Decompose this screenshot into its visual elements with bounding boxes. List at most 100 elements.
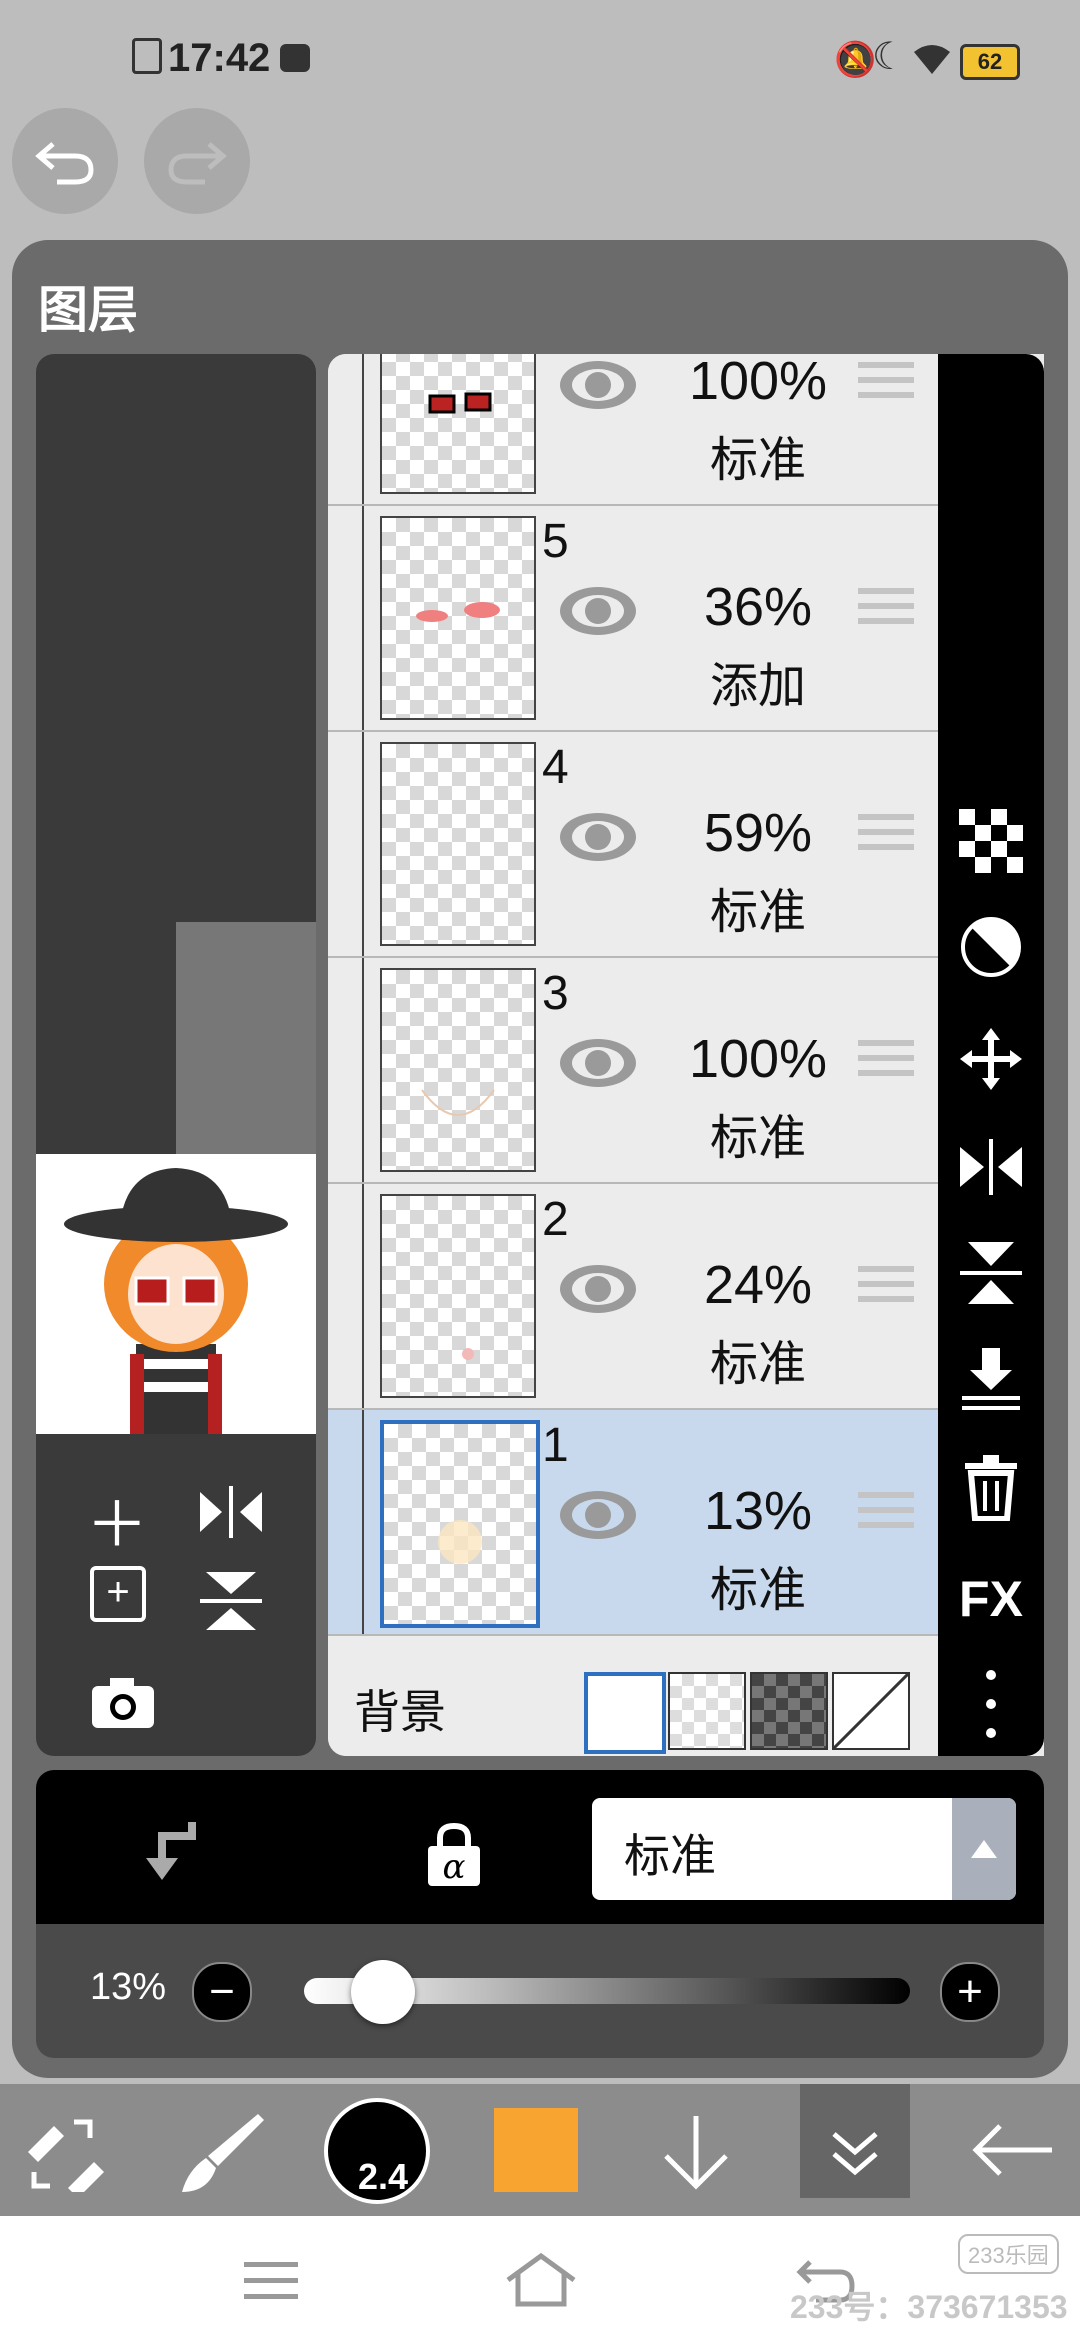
alpha-lock-icon[interactable]: α [424, 1822, 484, 1887]
layer-list: 100% 标准 5 36% 添加 4 59% 标准 3 100% 标准 2 24… [328, 354, 1044, 1756]
eye-icon[interactable] [558, 1036, 638, 1090]
brush-icon[interactable] [178, 2110, 264, 2196]
trash-icon[interactable] [938, 1450, 1044, 1526]
layer-opacity: 24% [703, 1255, 813, 1315]
background-row: 背景 [328, 1654, 938, 1756]
drag-handle-icon[interactable] [858, 362, 914, 407]
bottom-toolbar: 2.4 [0, 2084, 1080, 2216]
watermark-logo: 233乐园 [958, 2234, 1059, 2274]
contrast-icon[interactable] [938, 912, 1044, 982]
layer-row[interactable]: 3 100% 标准 [328, 958, 938, 1184]
double-chevron-down-icon [832, 2132, 878, 2176]
move-icon[interactable] [938, 1024, 1044, 1094]
layer-thumbnail [380, 354, 536, 494]
bg-none-swatch[interactable] [832, 1672, 910, 1750]
bg-white-swatch[interactable] [584, 1672, 666, 1754]
eye-icon[interactable] [558, 1488, 638, 1542]
svg-text:α: α [443, 1847, 466, 1886]
layer-row[interactable]: 5 36% 添加 [328, 506, 938, 732]
layer-opacity: 13% [703, 1481, 813, 1541]
canvas-preview-area: ＋ + [36, 354, 316, 1756]
layer-blend-mode: 添加 [709, 658, 806, 714]
blend-mode-value: 标准 [624, 1829, 716, 1883]
layer-opacity: 100% [688, 1029, 828, 1089]
opacity-slider-row: 13% − + [36, 1924, 1044, 2058]
redo-button[interactable] [144, 108, 250, 214]
layer-thumbnail [380, 742, 536, 946]
drag-handle-icon[interactable] [858, 1492, 914, 1537]
checker-icon[interactable] [938, 806, 1044, 876]
layer-number: 2 [542, 1193, 569, 1246]
merge-down-icon[interactable] [938, 1344, 1044, 1414]
layer-row-selected[interactable]: 1 13% 标准 [328, 1410, 938, 1636]
background-label: 背景 [354, 1685, 446, 1739]
back-arrow-icon[interactable] [970, 2120, 1054, 2180]
watermark-text: 233号：373671353 [790, 2289, 1068, 2325]
layer-opacity: 36% [703, 577, 813, 637]
opacity-slider-knob[interactable] [350, 1960, 415, 2024]
layer-number: 1 [542, 1419, 569, 1472]
layer-blend-mode: 标准 [709, 1336, 806, 1392]
undo-button[interactable] [12, 108, 118, 214]
fx-button[interactable]: FX [938, 1564, 1044, 1634]
moon-icon: ☾ [872, 36, 907, 78]
system-nav-bar: 233乐园 233号：373671353 [0, 2216, 1080, 2340]
layer-opacity: 59% [703, 803, 813, 863]
home-icon[interactable] [504, 2252, 578, 2308]
canvas-thumbnail[interactable] [36, 1154, 316, 1434]
layer-number: 5 [542, 515, 569, 568]
file-icon [132, 38, 162, 74]
dropdown-arrow-icon[interactable] [952, 1798, 1016, 1900]
color-swatch[interactable] [494, 2108, 578, 2192]
redo-icon [168, 142, 227, 185]
layer-thumbnail [380, 968, 536, 1172]
layers-toggle-button[interactable] [800, 2084, 910, 2198]
layer-opacity: 100% [688, 354, 828, 411]
eye-icon[interactable] [558, 358, 638, 412]
layer-row[interactable]: 4 59% 标准 [328, 732, 938, 958]
blend-mode-select[interactable]: 标准 [592, 1798, 1016, 1900]
layer-thumbnail [380, 1194, 536, 1398]
status-time: 17:42 [168, 36, 271, 80]
layer-blend-mode: 标准 [709, 1110, 806, 1166]
app-icon [280, 44, 310, 72]
eraser-swap-icon[interactable] [24, 2112, 104, 2192]
eye-icon[interactable] [558, 810, 638, 864]
add-layer-icon[interactable]: ＋ [86, 1474, 148, 1564]
copy-layer-icon[interactable]: + [90, 1566, 146, 1622]
status-bar: 17:42 🔕 ☾ 62 [0, 0, 1080, 110]
layer-row[interactable]: 2 24% 标准 [328, 1184, 938, 1410]
mute-bell-icon: 🔕 [834, 41, 877, 79]
down-arrow-icon[interactable] [660, 2112, 732, 2192]
opacity-label: 13% [90, 1966, 167, 2008]
panel-title: 图层 [38, 281, 138, 339]
clip-arrow-icon[interactable] [146, 1818, 202, 1884]
layer-number: 3 [542, 967, 569, 1020]
side-tools: FX [938, 354, 1044, 1756]
flip-horizontal-icon[interactable] [196, 1482, 266, 1542]
bg-light-checker-swatch[interactable] [668, 1672, 746, 1750]
layer-row[interactable]: 100% 标准 [328, 354, 938, 506]
drag-handle-icon[interactable] [858, 1040, 914, 1085]
flip-vertical-icon[interactable] [938, 1238, 1044, 1308]
layer-blend-mode: 标准 [709, 1562, 806, 1618]
flip-vertical-icon[interactable] [196, 1568, 266, 1634]
flip-horizontal-icon[interactable] [938, 1132, 1044, 1202]
drag-handle-icon[interactable] [858, 814, 914, 859]
camera-icon[interactable] [90, 1674, 156, 1730]
layer-blend-mode: 标准 [709, 432, 806, 488]
drag-handle-icon[interactable] [858, 588, 914, 633]
menu-icon[interactable] [244, 2260, 298, 2302]
bg-dark-checker-swatch[interactable] [750, 1672, 828, 1750]
character-illustration [64, 1168, 288, 1434]
minus-button[interactable]: − [192, 1962, 252, 2022]
more-vertical-icon[interactable] [938, 1664, 1044, 1744]
layer-number: 4 [542, 741, 569, 794]
layer-thumbnail [380, 1420, 540, 1628]
drag-handle-icon[interactable] [858, 1266, 914, 1311]
battery-icon: 62 [960, 44, 1020, 80]
plus-button[interactable]: + [940, 1962, 1000, 2022]
eye-icon[interactable] [558, 1262, 638, 1316]
brush-size-button[interactable]: 2.4 [324, 2098, 430, 2204]
eye-icon[interactable] [558, 584, 638, 638]
